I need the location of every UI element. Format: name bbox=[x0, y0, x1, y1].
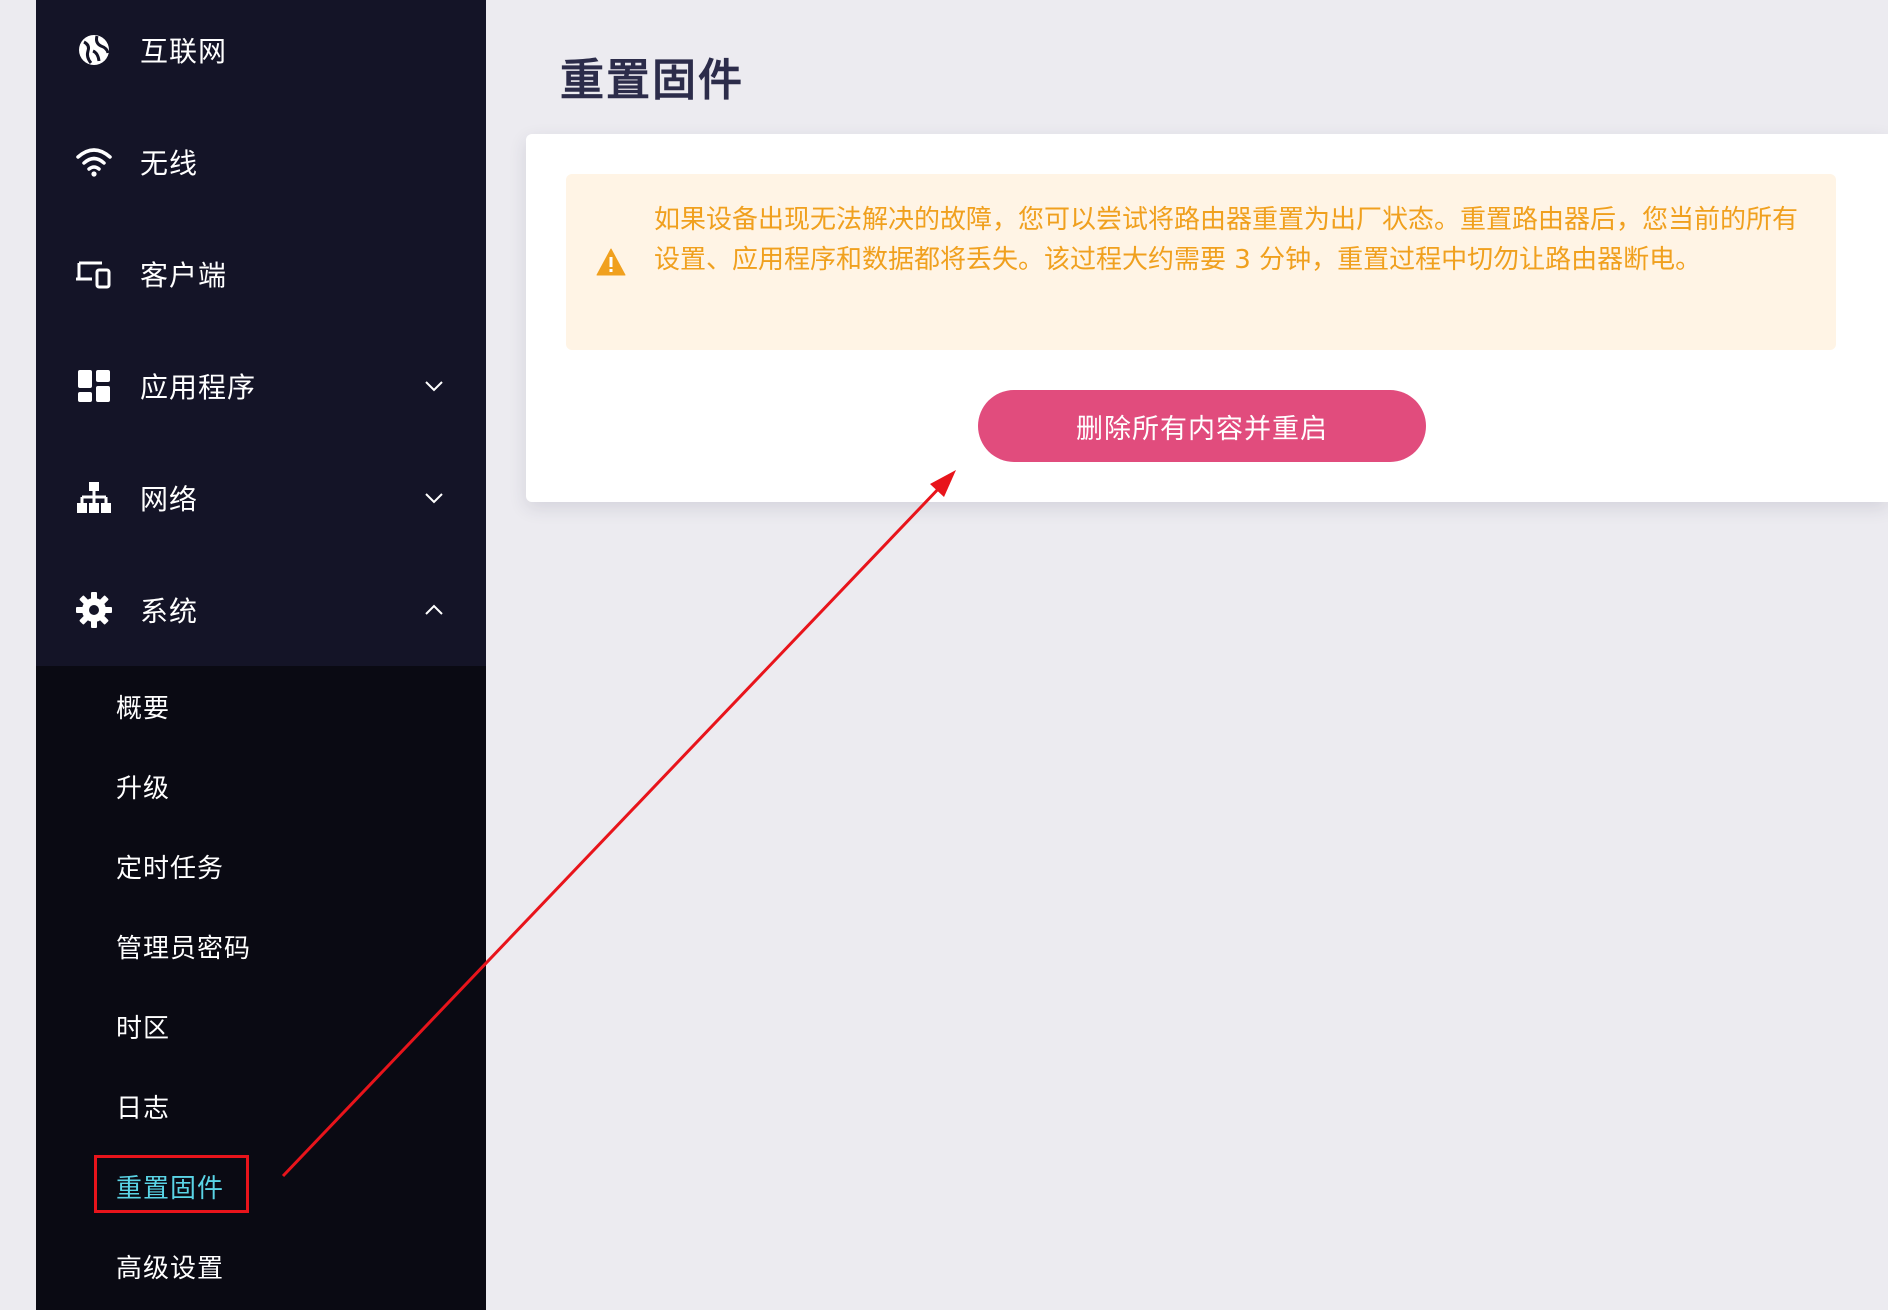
submenu-item-label: 时区 bbox=[116, 1013, 171, 1044]
page-title: 重置固件 bbox=[560, 55, 744, 106]
sidebar-item-clients[interactable]: 客户端 bbox=[36, 218, 486, 330]
main-content: 重置固件 如果设备出现无法解决的故障，您可以尝试将路由器重置为出厂状态。重置路由… bbox=[486, 0, 1888, 1310]
sidebar-item-system[interactable]: 系统 bbox=[36, 554, 486, 666]
wifi-icon bbox=[76, 144, 112, 180]
sidebar-item-label: 无线 bbox=[140, 147, 199, 180]
sidebar-item-label: 应用程序 bbox=[140, 371, 257, 404]
sidebar-item-network[interactable]: 网络 bbox=[36, 442, 486, 554]
sidebar-item-label: 系统 bbox=[140, 595, 199, 628]
submenu-item-overview[interactable]: 概要 bbox=[36, 666, 486, 746]
submenu-item-logs[interactable]: 日志 bbox=[36, 1066, 486, 1146]
submenu-item-label: 管理员密码 bbox=[116, 933, 252, 964]
left-margin bbox=[0, 0, 36, 1310]
gear-icon bbox=[76, 592, 112, 628]
warning-icon bbox=[596, 248, 626, 276]
submenu-item-timezone[interactable]: 时区 bbox=[36, 986, 486, 1066]
submenu-item-label: 定时任务 bbox=[116, 853, 225, 884]
chevron-down-icon bbox=[425, 381, 443, 392]
sidebar-item-label: 网络 bbox=[140, 483, 199, 516]
sidebar-item-internet[interactable]: 互联网 bbox=[36, 0, 486, 106]
devices-icon bbox=[76, 256, 112, 292]
submenu-item-advanced-settings[interactable]: 高级设置 bbox=[36, 1226, 486, 1306]
annotation-highlight-box bbox=[94, 1155, 249, 1213]
submenu-item-label: 升级 bbox=[116, 773, 171, 804]
submenu-item-label: 日志 bbox=[116, 1093, 171, 1124]
chevron-up-icon bbox=[425, 604, 443, 615]
chevron-down-icon bbox=[425, 493, 443, 504]
submenu-item-label: 高级设置 bbox=[116, 1253, 225, 1284]
sidebar-item-label: 客户端 bbox=[140, 259, 228, 292]
reset-card: 如果设备出现无法解决的故障，您可以尝试将路由器重置为出厂状态。重置路由器后，您当… bbox=[526, 134, 1888, 502]
apps-icon bbox=[76, 368, 112, 404]
system-submenu: 概要 升级 定时任务 管理员密码 时区 日志 重置固件 高级设置 bbox=[36, 666, 486, 1310]
warning-alert: 如果设备出现无法解决的故障，您可以尝试将路由器重置为出厂状态。重置路由器后，您当… bbox=[566, 174, 1836, 350]
submenu-item-admin-password[interactable]: 管理员密码 bbox=[36, 906, 486, 986]
warning-message: 如果设备出现无法解决的故障，您可以尝试将路由器重置为出厂状态。重置路由器后，您当… bbox=[654, 205, 1799, 275]
sidebar-item-wireless[interactable]: 无线 bbox=[36, 106, 486, 218]
submenu-item-upgrade[interactable]: 升级 bbox=[36, 746, 486, 826]
sidebar: 互联网 无线 客户端 应用程序 网络 系统 概要 升级 定时任务 管理员密码 时… bbox=[36, 0, 486, 1310]
submenu-item-label: 概要 bbox=[116, 693, 171, 724]
network-icon bbox=[76, 480, 112, 516]
sidebar-item-label: 互联网 bbox=[140, 35, 228, 68]
globe-icon bbox=[76, 32, 112, 68]
submenu-item-scheduled-tasks[interactable]: 定时任务 bbox=[36, 826, 486, 906]
erase-and-reboot-button[interactable]: 删除所有内容并重启 bbox=[978, 390, 1426, 462]
sidebar-item-apps[interactable]: 应用程序 bbox=[36, 330, 486, 442]
